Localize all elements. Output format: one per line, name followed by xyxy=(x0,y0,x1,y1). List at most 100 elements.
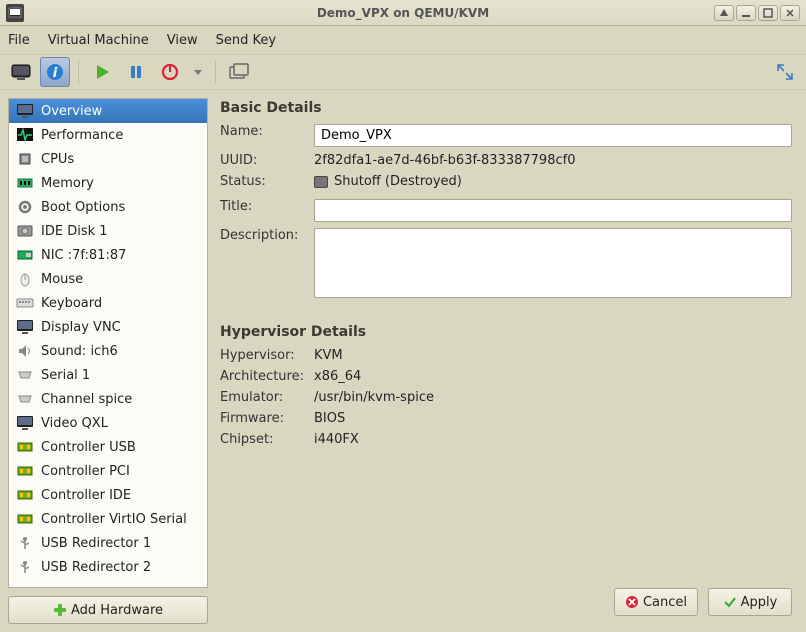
uuid-label: UUID: xyxy=(220,153,314,168)
app-icon xyxy=(6,4,24,22)
sidebar-item-video[interactable]: Video QXL xyxy=(9,411,207,435)
add-hardware-button[interactable]: Add Hardware xyxy=(8,596,208,624)
keyboard-icon xyxy=(15,294,35,312)
sidebar-item-label: Overview xyxy=(41,104,102,119)
title-input[interactable] xyxy=(314,199,792,222)
sidebar-item-label: NIC :7f:81:87 xyxy=(41,248,126,263)
snapshots-button[interactable] xyxy=(224,57,254,87)
arch-value: x86_64 xyxy=(314,369,792,384)
sidebar-item-display-vnc[interactable]: Display VNC xyxy=(9,315,207,339)
sidebar-item-ide-disk[interactable]: IDE Disk 1 xyxy=(9,219,207,243)
sidebar-item-nic[interactable]: NIC :7f:81:87 xyxy=(9,243,207,267)
menu-view[interactable]: View xyxy=(167,33,198,48)
sidebar-item-keyboard[interactable]: Keyboard xyxy=(9,291,207,315)
window-minimize-button[interactable] xyxy=(736,5,756,21)
status-value: Shutoff (Destroyed) xyxy=(334,174,462,189)
sidebar-item-controller-pci[interactable]: Controller PCI xyxy=(9,459,207,483)
sidebar-item-usb-redir-2[interactable]: USB Redirector 2 xyxy=(9,555,207,579)
sidebar-item-label: USB Redirector 1 xyxy=(41,536,151,551)
name-input[interactable] xyxy=(314,124,792,147)
sidebar-item-controller-ide[interactable]: Controller IDE xyxy=(9,483,207,507)
sidebar-item-label: Controller PCI xyxy=(41,464,130,479)
usb-icon xyxy=(15,558,35,576)
shutdown-button[interactable] xyxy=(155,57,185,87)
toolbar-separator xyxy=(78,60,79,84)
sidebar-item-label: Memory xyxy=(41,176,94,191)
speaker-icon xyxy=(15,342,35,360)
status-label: Status: xyxy=(220,174,314,189)
sidebar-item-label: Video QXL xyxy=(41,416,108,431)
window-titlebar: Demo_VPX on QEMU/KVM xyxy=(0,0,806,26)
sidebar-item-channel-spice[interactable]: Channel spice xyxy=(9,387,207,411)
sidebar-item-overview[interactable]: Overview xyxy=(9,99,207,123)
console-button[interactable] xyxy=(6,57,36,87)
hardware-list[interactable]: Overview Performance CPUs Memory Boot Op… xyxy=(8,98,208,588)
monitor-icon xyxy=(15,318,35,336)
apply-icon xyxy=(723,595,737,609)
usb-icon xyxy=(15,534,35,552)
apply-button[interactable]: Apply xyxy=(708,588,792,616)
emu-label: Emulator: xyxy=(220,390,314,405)
sidebar-item-boot-options[interactable]: Boot Options xyxy=(9,195,207,219)
memory-icon xyxy=(15,174,35,192)
window-maximize-button[interactable] xyxy=(758,5,778,21)
sidebar-item-sound[interactable]: Sound: ich6 xyxy=(9,339,207,363)
cancel-label: Cancel xyxy=(643,595,687,610)
controller-icon xyxy=(15,438,35,456)
mouse-icon xyxy=(15,270,35,288)
sidebar-item-mouse[interactable]: Mouse xyxy=(9,267,207,291)
sidebar-item-label: Sound: ich6 xyxy=(41,344,118,359)
sidebar-item-label: Controller IDE xyxy=(41,488,131,503)
cancel-icon xyxy=(625,595,639,609)
svg-text:i: i xyxy=(53,66,58,81)
monitor-icon xyxy=(15,414,35,432)
run-button[interactable] xyxy=(87,57,117,87)
basic-details-header: Basic Details xyxy=(220,100,792,116)
window-close-button[interactable] xyxy=(780,5,800,21)
sidebar-item-label: Performance xyxy=(41,128,123,143)
sidebar: Overview Performance CPUs Memory Boot Op… xyxy=(8,98,208,624)
hypervisor-details-header: Hypervisor Details xyxy=(220,324,792,340)
apply-label: Apply xyxy=(741,595,778,610)
monitor-icon xyxy=(15,102,35,120)
sidebar-item-label: CPUs xyxy=(41,152,74,167)
sidebar-item-controller-usb[interactable]: Controller USB xyxy=(9,435,207,459)
sidebar-item-serial[interactable]: Serial 1 xyxy=(9,363,207,387)
sidebar-item-label: Controller USB xyxy=(41,440,136,455)
sidebar-item-memory[interactable]: Memory xyxy=(9,171,207,195)
controller-icon xyxy=(15,462,35,480)
controller-icon xyxy=(15,510,35,528)
description-label: Description: xyxy=(220,228,314,243)
serial-icon xyxy=(15,366,35,384)
sidebar-item-label: Keyboard xyxy=(41,296,102,311)
hv-label: Hypervisor: xyxy=(220,348,314,363)
name-label: Name: xyxy=(220,124,314,139)
plus-icon xyxy=(53,603,67,617)
window-title: Demo_VPX on QEMU/KVM xyxy=(0,6,806,20)
emu-value: /usr/bin/kvm-spice xyxy=(314,390,792,405)
hv-value: KVM xyxy=(314,348,792,363)
menu-file[interactable]: File xyxy=(8,33,30,48)
chipset-value: i440FX xyxy=(314,432,792,447)
pause-button[interactable] xyxy=(121,57,151,87)
window-ontop-button[interactable] xyxy=(714,5,734,21)
sidebar-item-controller-virtio[interactable]: Controller VirtIO Serial xyxy=(9,507,207,531)
cancel-button[interactable]: Cancel xyxy=(614,588,698,616)
sidebar-item-label: USB Redirector 2 xyxy=(41,560,151,575)
chipset-label: Chipset: xyxy=(220,432,314,447)
cpu-icon xyxy=(15,150,35,168)
sidebar-item-label: Controller VirtIO Serial xyxy=(41,512,187,527)
menu-virtual-machine[interactable]: Virtual Machine xyxy=(48,33,149,48)
description-textarea[interactable] xyxy=(314,228,792,298)
sidebar-item-usb-redir-1[interactable]: USB Redirector 1 xyxy=(9,531,207,555)
sidebar-item-performance[interactable]: Performance xyxy=(9,123,207,147)
serial-icon xyxy=(15,390,35,408)
menu-send-key[interactable]: Send Key xyxy=(216,33,276,48)
sidebar-item-cpus[interactable]: CPUs xyxy=(9,147,207,171)
details-button[interactable]: i xyxy=(40,57,70,87)
arch-label: Architecture: xyxy=(220,369,314,384)
sidebar-item-label: Boot Options xyxy=(41,200,125,215)
shutdown-menu-button[interactable] xyxy=(189,57,207,87)
fw-value: BIOS xyxy=(314,411,792,426)
fullscreen-button[interactable] xyxy=(770,57,800,87)
